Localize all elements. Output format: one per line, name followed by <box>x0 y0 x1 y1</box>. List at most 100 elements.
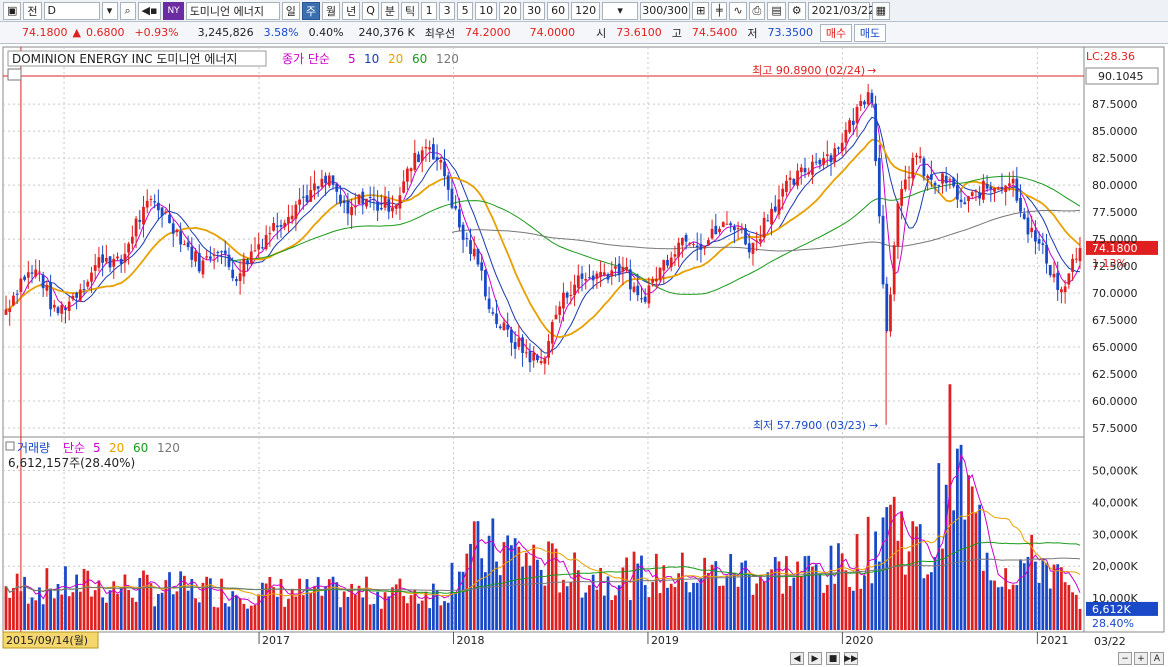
date-field[interactable]: 2021/03/22 <box>807 1 875 20</box>
line-icon[interactable]: ∿ <box>729 1 747 20</box>
candle-body <box>948 179 952 181</box>
volume-bar <box>565 586 569 630</box>
candle-body <box>959 199 963 202</box>
volume-bar <box>1048 588 1052 630</box>
candle-body <box>1019 197 1022 212</box>
candle-body <box>777 199 781 215</box>
nav-button-3[interactable]: ▶▶ <box>844 652 858 665</box>
candle-body <box>402 181 406 193</box>
candle-body <box>331 175 335 185</box>
price-volume-chart[interactable]: 최고 90.8900 (02/24) →최저 57.7900 (03/23) →LC… <box>0 44 1168 652</box>
candle-body <box>164 211 168 213</box>
candle-body <box>532 352 536 361</box>
gear-icon[interactable]: ⚙ <box>787 1 806 20</box>
candle-body <box>781 188 785 197</box>
period-button-5[interactable]: 분 <box>380 1 399 20</box>
period-button-12[interactable]: 30 <box>523 1 546 20</box>
period-button-9[interactable]: 5 <box>457 1 474 20</box>
candle-body <box>23 276 26 280</box>
candle-body <box>1030 227 1034 233</box>
candle-body <box>342 200 346 203</box>
zoom-button-1[interactable]: + <box>1134 652 1148 665</box>
period-button-10[interactable]: 10 <box>475 1 498 20</box>
candle-body <box>1078 247 1082 262</box>
grid-icon[interactable]: ⊞ <box>692 1 710 20</box>
candle-body <box>654 278 658 282</box>
candle-body <box>112 258 116 267</box>
candle-body <box>870 92 874 103</box>
period-button-2[interactable]: 월 <box>321 1 341 20</box>
volume-bar <box>677 573 681 630</box>
nav-button-0[interactable]: ◀ <box>790 652 804 665</box>
nav-button-2[interactable]: ■ <box>826 652 840 665</box>
period-button-8[interactable]: 3 <box>439 1 456 20</box>
lc-label: LC:28.36 <box>1086 50 1135 63</box>
volume-bar <box>781 593 785 630</box>
speaker-icon[interactable]: ◀▪ <box>137 1 162 20</box>
volume-bar <box>718 585 721 630</box>
print-icon[interactable]: ⎙ <box>748 1 766 20</box>
candle-body <box>684 235 688 242</box>
search-icon[interactable]: ⌕ <box>119 1 136 20</box>
period-button-1[interactable]: 주 <box>301 1 320 20</box>
volume-bar <box>197 602 201 630</box>
volume-bar <box>996 587 1000 630</box>
save-icon[interactable]: ▤ <box>767 1 786 20</box>
count-field[interactable]: 300/300 <box>640 1 691 20</box>
candle-body <box>465 238 469 240</box>
layout-icon[interactable]: ▣ <box>3 1 22 20</box>
volume-bar <box>915 526 918 630</box>
volume-bar <box>487 535 491 630</box>
candle-body <box>747 243 751 253</box>
candle-body <box>766 220 770 222</box>
candle-body <box>941 173 944 184</box>
period-button-14[interactable]: 120 <box>571 1 601 20</box>
calendar-icon[interactable]: ▦ <box>871 1 891 20</box>
volume-bar <box>818 573 822 630</box>
volume-bar <box>398 578 402 630</box>
candle-body <box>602 272 606 275</box>
buy-button[interactable]: 매수 <box>819 23 852 42</box>
candle-icon[interactable]: ╪ <box>711 1 728 20</box>
volume-bar <box>145 574 149 630</box>
zoom-button-0[interactable]: − <box>1118 652 1132 665</box>
volume-bar <box>666 587 669 630</box>
candle-body <box>640 298 643 300</box>
candle-body <box>495 313 498 324</box>
zoom-button-2[interactable]: A <box>1150 652 1164 665</box>
market-select[interactable]: 전 <box>23 1 42 20</box>
candle-body <box>424 146 428 149</box>
nav-button-1[interactable]: ▶ <box>808 652 822 665</box>
dropdown-icon[interactable]: ▾ <box>101 1 118 20</box>
volume-bar <box>142 570 145 630</box>
candle-body <box>313 183 316 191</box>
candle-body <box>383 196 387 208</box>
period-dropdown-icon[interactable]: ▾ <box>602 1 639 20</box>
period-button-0[interactable]: 일 <box>281 1 300 20</box>
volume-bar <box>391 587 394 630</box>
sell-button[interactable]: 매도 <box>853 23 886 42</box>
candle-body <box>294 204 298 219</box>
volume-bar <box>383 592 387 630</box>
candle-body <box>1037 239 1041 244</box>
volume-bar <box>409 595 413 630</box>
legend-item: 10 <box>364 52 379 66</box>
period-button-13[interactable]: 60 <box>547 1 570 20</box>
period-button-7[interactable]: 1 <box>421 1 438 20</box>
candle-body <box>409 168 413 172</box>
volume-bar <box>235 595 238 630</box>
candle-body <box>283 222 287 228</box>
period-button-4[interactable]: Q <box>362 1 379 20</box>
candle-body <box>1048 265 1052 276</box>
candle-body <box>12 295 15 306</box>
candle-body <box>246 260 249 265</box>
volume-bar <box>614 595 617 630</box>
code-input[interactable]: D <box>43 1 100 20</box>
candle-body <box>1071 258 1074 272</box>
candle-body <box>1022 213 1026 219</box>
period-button-11[interactable]: 20 <box>499 1 522 20</box>
period-button-3[interactable]: 년 <box>342 1 361 20</box>
volume-bar <box>699 578 703 630</box>
candle-body <box>695 245 699 248</box>
period-button-6[interactable]: 틱 <box>400 1 420 20</box>
